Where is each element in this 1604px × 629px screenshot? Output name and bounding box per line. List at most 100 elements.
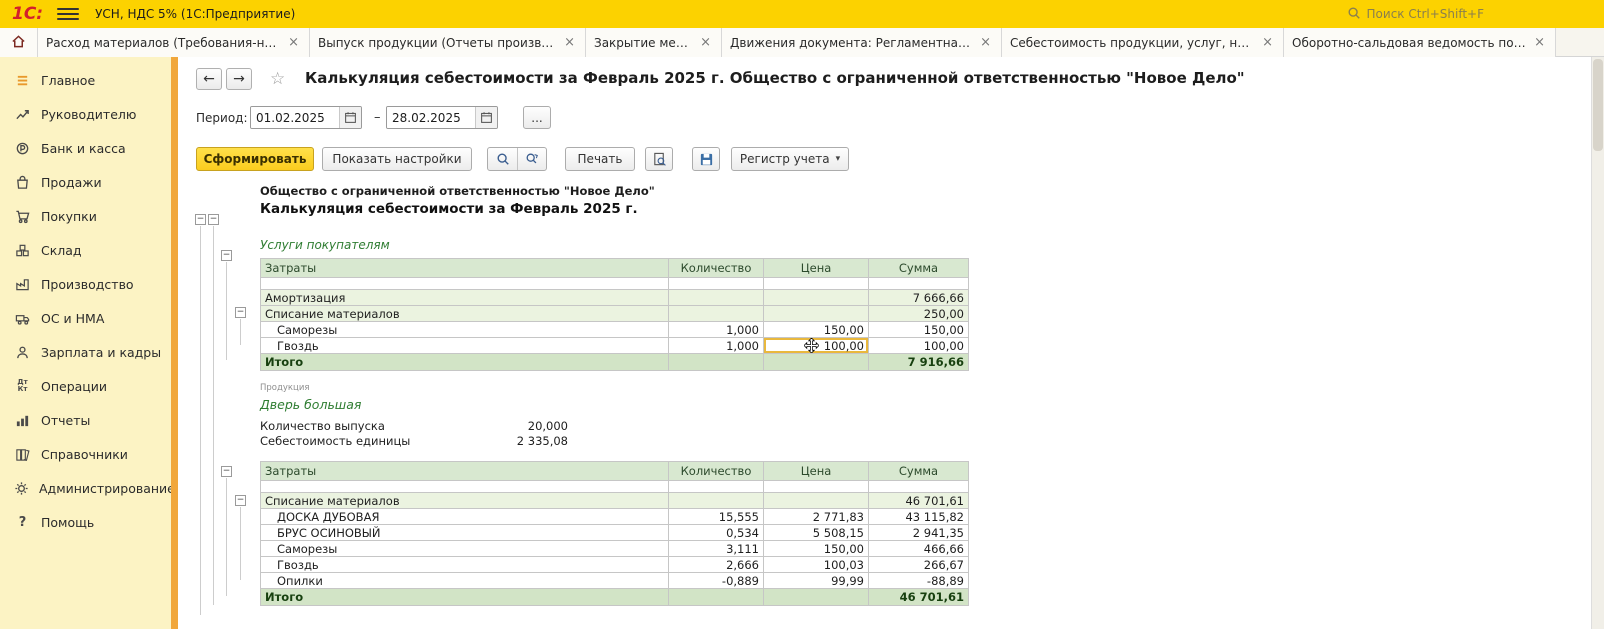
sidebar-item-payroll[interactable]: Зарплата и кадры <box>0 335 171 369</box>
empty-cell[interactable] <box>261 278 669 290</box>
sidebar-item-bank-cash[interactable]: Банк и касса <box>0 131 171 165</box>
selected-cell[interactable]: 100,00 <box>764 338 869 354</box>
cell-name[interactable]: Опилки <box>261 573 669 589</box>
favorite-star-icon[interactable]: ☆ <box>270 69 285 89</box>
tab-document-movements[interactable]: Движения документа: Регламентная оп... × <box>722 28 1002 57</box>
cell-name[interactable]: ДОСКА ДУБОВАЯ <box>261 509 669 525</box>
cell-qty[interactable]: 0,534 <box>669 525 764 541</box>
cell-price[interactable]: 99,99 <box>764 573 869 589</box>
tab-production-output[interactable]: Выпуск продукции (Отчеты производст... × <box>310 28 586 57</box>
sidebar-item-production[interactable]: Производство <box>0 267 171 301</box>
sidebar-item-main[interactable]: Главное <box>0 63 171 97</box>
cell-name[interactable]: БРУС ОСИНОВЫЙ <box>261 525 669 541</box>
print-button[interactable]: Печать <box>565 147 635 171</box>
close-icon[interactable]: × <box>698 35 713 50</box>
find-next-button[interactable] <box>517 148 546 170</box>
generate-report-button[interactable]: Сформировать <box>196 147 314 171</box>
sidebar-item-purchases[interactable]: Покупки <box>0 199 171 233</box>
cell-qty[interactable] <box>669 354 764 371</box>
cell-name[interactable]: Саморезы <box>261 541 669 557</box>
cell-name[interactable]: Списание материалов <box>261 493 669 509</box>
col-header-qty[interactable]: Количество <box>669 462 764 481</box>
col-header-costs[interactable]: Затраты <box>261 259 669 278</box>
cell-sum[interactable]: 250,00 <box>869 306 969 322</box>
global-search[interactable]: Поиск Ctrl+Shift+F <box>1347 4 1484 24</box>
close-icon[interactable]: × <box>562 35 577 50</box>
sidebar-item-administration[interactable]: Администрирование <box>0 471 171 505</box>
col-header-sum[interactable]: Сумма <box>869 462 969 481</box>
collapse-box[interactable]: − <box>208 214 219 225</box>
collapse-box[interactable]: − <box>195 214 206 225</box>
col-header-costs[interactable]: Затраты <box>261 462 669 481</box>
cell-qty[interactable] <box>669 306 764 322</box>
cell-sum[interactable]: 266,67 <box>869 557 969 573</box>
sidebar-item-fixed-assets[interactable]: ОС и НМА <box>0 301 171 335</box>
cell-sum[interactable]: -88,89 <box>869 573 969 589</box>
cell-qty[interactable] <box>669 290 764 306</box>
cell-name[interactable]: Гвоздь <box>261 338 669 354</box>
collapse-box[interactable]: − <box>235 307 246 318</box>
cell-name[interactable]: Списание материалов <box>261 306 669 322</box>
cell-qty[interactable]: 15,555 <box>669 509 764 525</box>
calendar-icon[interactable] <box>475 107 497 128</box>
calendar-icon[interactable] <box>339 107 361 128</box>
sidebar-item-operations[interactable]: ДтКт Операции <box>0 369 171 403</box>
close-icon[interactable]: × <box>978 35 993 50</box>
cell-qty[interactable]: 3,111 <box>669 541 764 557</box>
cell-price[interactable] <box>764 354 869 371</box>
cell-price[interactable]: 100,03 <box>764 557 869 573</box>
cell-price[interactable]: 2 771,83 <box>764 509 869 525</box>
collapse-box[interactable]: − <box>235 495 246 506</box>
show-settings-button[interactable]: Показать настройки <box>322 147 472 171</box>
cell-sum[interactable]: 2 941,35 <box>869 525 969 541</box>
cell-price[interactable] <box>764 589 869 606</box>
close-icon[interactable]: × <box>1260 35 1275 50</box>
cell-qty[interactable]: 1,000 <box>669 338 764 354</box>
cell-sum[interactable]: 466,66 <box>869 541 969 557</box>
cell-name[interactable]: Итого <box>261 354 669 371</box>
col-header-price[interactable]: Цена <box>764 462 869 481</box>
collapse-box[interactable]: − <box>221 466 232 477</box>
cell-qty[interactable]: 2,666 <box>669 557 764 573</box>
empty-cell[interactable] <box>669 278 764 290</box>
collapse-box[interactable]: − <box>221 250 232 261</box>
cell-price[interactable] <box>764 493 869 509</box>
cell-name[interactable]: Гвоздь <box>261 557 669 573</box>
col-header-price[interactable]: Цена <box>764 259 869 278</box>
scrollbar-thumb[interactable] <box>1593 59 1603 151</box>
empty-cell[interactable] <box>869 481 969 493</box>
tab-material-expense[interactable]: Расход материалов (Требования-накла... × <box>38 28 310 57</box>
print-preview-button[interactable] <box>645 147 673 171</box>
cell-sum[interactable]: 150,00 <box>869 322 969 338</box>
tab-month-closing[interactable]: Закрытие месяца × <box>586 28 722 57</box>
cell-sum[interactable]: 7 916,66 <box>869 354 969 371</box>
empty-cell[interactable] <box>869 278 969 290</box>
period-more-button[interactable]: ... <box>523 106 551 129</box>
empty-cell[interactable] <box>261 481 669 493</box>
cell-sum[interactable]: 46 701,61 <box>869 589 969 606</box>
vertical-scrollbar[interactable] <box>1591 57 1604 629</box>
unit-cost-value[interactable]: 2 335,08 <box>500 434 568 448</box>
tab-trial-balance[interactable]: Оборотно-сальдовая ведомость по сче... × <box>1284 28 1556 57</box>
cell-sum[interactable]: 46 701,61 <box>869 493 969 509</box>
close-icon[interactable]: × <box>1532 35 1547 50</box>
cell-qty[interactable]: -0,889 <box>669 573 764 589</box>
empty-cell[interactable] <box>764 481 869 493</box>
tab-home[interactable] <box>0 28 38 57</box>
cell-qty[interactable] <box>669 589 764 606</box>
cell-price[interactable]: 150,00 <box>764 541 869 557</box>
period-from-input[interactable] <box>251 107 339 128</box>
forward-button[interactable]: → <box>226 68 252 90</box>
sidebar-item-help[interactable]: ? Помощь <box>0 505 171 539</box>
sidebar-item-sales[interactable]: Продажи <box>0 165 171 199</box>
cell-price[interactable]: 150,00 <box>764 322 869 338</box>
cell-sum[interactable]: 43 115,82 <box>869 509 969 525</box>
cell-price[interactable]: 5 508,15 <box>764 525 869 541</box>
period-to-input[interactable] <box>387 107 475 128</box>
back-button[interactable]: ← <box>196 68 222 90</box>
sidebar-item-warehouse[interactable]: Склад <box>0 233 171 267</box>
sidebar-item-manager[interactable]: Руководителю <box>0 97 171 131</box>
cell-name[interactable]: Амортизация <box>261 290 669 306</box>
sidebar-item-reports[interactable]: Отчеты <box>0 403 171 437</box>
empty-cell[interactable] <box>764 278 869 290</box>
